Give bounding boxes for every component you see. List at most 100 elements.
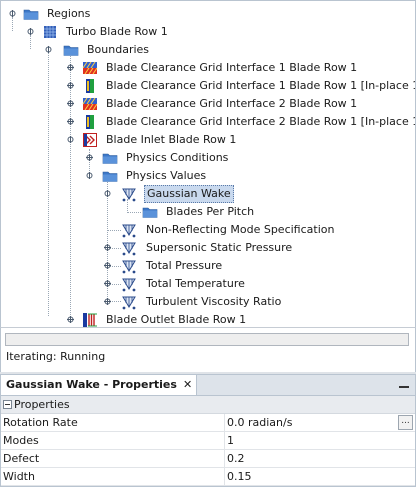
tree-item-label: Blade Outlet Blade Row 1 [106,313,247,326]
tree-item-label: Blade Clearance Grid Interface 1 Blade R… [106,79,416,92]
tree-item-label: Total Temperature [146,277,245,290]
physics-value-icon [121,240,137,256]
simulation-tree[interactable]: Regions Turbo Blade Row 1 Boundaries Bla… [0,0,416,328]
region-icon [42,24,58,40]
properties-panel: Gaussian Wake - Properties ✕ Properties R… [0,374,416,487]
tree-item-label: Total Pressure [146,259,223,272]
tree-item-total-pressure[interactable]: Total Pressure [1,257,411,275]
property-row-rotation-rate[interactable]: Rotation Rate 0.0 radian/s ... [1,414,415,432]
property-key: Defect [3,452,40,465]
tree-item-label: Blade Clearance Grid Interface 2 Blade R… [106,97,358,110]
inplace-interface-icon [82,78,98,94]
property-value[interactable]: 0.0 radian/s [227,414,292,431]
column-separator [224,468,225,485]
property-value[interactable]: 1 [227,432,234,449]
tree-item-label: Turbulent Viscosity Ratio [146,295,282,308]
expand-icon[interactable] [67,316,74,323]
properties-tab-title: Gaussian Wake - Properties [6,378,177,391]
status-area: Iterating: Running [0,327,416,373]
tree-item-label: Blade Inlet Blade Row 1 [106,133,237,146]
tree-item-label: Non-Reflecting Mode Specification [146,223,335,236]
ellipsis-button[interactable]: ... [398,415,413,430]
expand-icon[interactable] [104,298,111,305]
collapse-icon[interactable] [27,28,34,35]
tree-item-label: Supersonic Static Pressure [146,241,293,254]
collapse-icon[interactable] [104,190,111,197]
inlet-boundary-icon [82,132,98,148]
property-key: Width [3,470,35,483]
collapse-icon[interactable] [45,46,52,53]
inplace-interface-icon [82,114,98,130]
properties-header: Gaussian Wake - Properties ✕ [1,375,415,396]
column-separator [224,432,225,449]
expand-icon[interactable] [104,244,111,251]
property-key: Rotation Rate [3,416,78,429]
tree-item-label: Blade Clearance Grid Interface 1 Blade R… [106,61,358,74]
physics-value-icon [121,258,137,274]
tree-item-label: Turbo Blade Row 1 [66,25,168,38]
physics-value-icon [121,222,137,238]
tree-item-label: Boundaries [87,43,150,56]
tree-item-blades-per-pitch[interactable]: Blades Per Pitch [1,203,411,221]
tree-item-blade-clearance-1-inplace[interactable]: Blade Clearance Grid Interface 1 Blade R… [1,77,415,95]
tree-item-turbo-blade-row[interactable]: Turbo Blade Row 1 [1,23,411,41]
tree-item-blade-clearance-2[interactable]: Blade Clearance Grid Interface 2 Blade R… [1,95,411,113]
tree-item-blade-clearance-1[interactable]: Blade Clearance Grid Interface 1 Blade R… [1,59,411,77]
expand-icon[interactable] [104,262,111,269]
properties-section-header[interactable]: Properties [1,396,415,414]
tree-item-regions[interactable]: Regions [1,5,411,23]
expand-icon[interactable] [67,64,74,71]
properties-tab[interactable]: Gaussian Wake - Properties ✕ [1,375,198,395]
physics-value-icon [121,186,137,202]
tree-item-blade-inlet[interactable]: Blade Inlet Blade Row 1 [1,131,411,149]
column-separator [224,450,225,467]
close-icon[interactable]: ✕ [183,378,192,391]
property-value[interactable]: 0.15 [227,468,252,485]
folder-icon [63,42,79,58]
physics-value-icon [121,294,137,310]
collapse-icon[interactable] [86,172,93,179]
tree-item-total-temperature[interactable]: Total Temperature [1,275,411,293]
tree-item-physics-values[interactable]: Physics Values [1,167,411,185]
tree-item-label: Blade Clearance Grid Interface 2 Blade R… [106,115,416,128]
section-label: Properties [14,398,70,411]
tree-item-supersonic-static-pressure[interactable]: Supersonic Static Pressure [1,239,411,257]
status-text: Iterating: Running [6,350,106,363]
collapse-icon[interactable] [9,10,16,17]
folder-icon [142,204,158,220]
interface-boundary-icon [82,60,98,76]
tree-item-non-reflecting-mode[interactable]: Non-Reflecting Mode Specification [1,221,411,239]
expand-icon[interactable] [67,82,74,89]
property-key: Modes [3,434,39,447]
property-row-defect[interactable]: Defect 0.2 [1,450,415,468]
expand-icon[interactable] [67,100,74,107]
physics-value-icon [121,276,137,292]
folder-icon [102,168,118,184]
tree-item-blade-clearance-2-inplace[interactable]: Blade Clearance Grid Interface 2 Blade R… [1,113,415,131]
tree-item-turbulent-viscosity-ratio[interactable]: Turbulent Viscosity Ratio [1,293,411,311]
outlet-boundary-icon [82,312,98,328]
tree-item-boundaries[interactable]: Boundaries [1,41,411,59]
column-separator [224,414,225,431]
folder-icon [102,150,118,166]
tree-item-label: Blades Per Pitch [166,205,255,218]
expand-icon[interactable] [86,154,93,161]
collapse-icon[interactable] [67,136,74,143]
tree-item-blade-outlet[interactable]: Blade Outlet Blade Row 1 [1,311,411,328]
progress-bar [5,333,409,346]
tree-item-label: Physics Conditions [126,151,229,164]
property-row-modes[interactable]: Modes 1 [1,432,415,450]
tree-item-gaussian-wake[interactable]: Gaussian Wake [1,185,411,203]
property-value[interactable]: 0.2 [227,450,245,467]
interface-boundary-icon [82,96,98,112]
tree-item-label: Physics Values [126,169,207,182]
minimize-icon[interactable] [399,378,409,390]
tree-item-label: Regions [47,7,91,20]
folder-icon [23,6,39,22]
property-row-width[interactable]: Width 0.15 [1,468,415,486]
expand-icon[interactable] [67,118,74,125]
tree-item-physics-conditions[interactable]: Physics Conditions [1,149,411,167]
tree-item-label: Gaussian Wake [144,185,234,203]
expand-icon[interactable] [104,280,111,287]
collapse-section-icon[interactable] [3,400,12,409]
